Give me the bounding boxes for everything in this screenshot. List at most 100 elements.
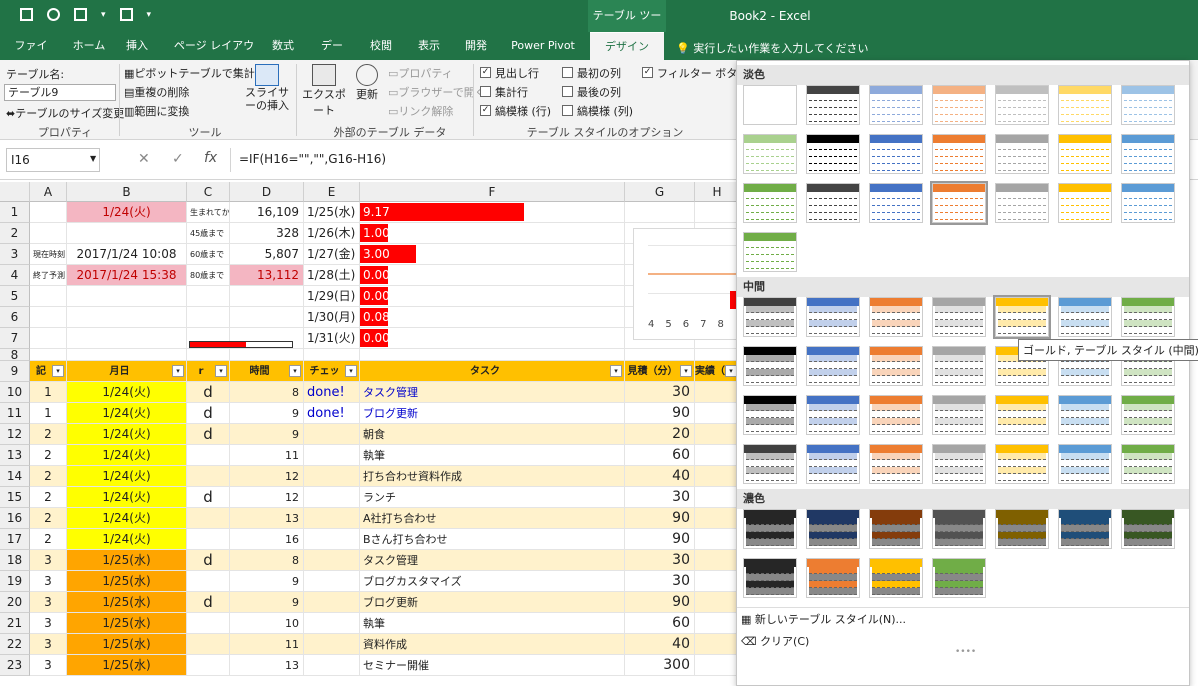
row-header[interactable]: 4 [0, 265, 30, 286]
table-style-dark-1[interactable] [743, 509, 797, 549]
cell-b8[interactable] [67, 349, 187, 361]
row-header[interactable]: 19 [0, 571, 30, 592]
cell-a17[interactable]: 2 [30, 529, 67, 550]
cell-b11[interactable]: 1/24(火) [67, 403, 187, 424]
cell-b3[interactable]: 2017/1/24 10:08 [67, 244, 187, 265]
cell-g18[interactable]: 30 [625, 550, 695, 571]
table-style-light-20[interactable] [1058, 183, 1112, 223]
cell-a12[interactable]: 2 [30, 424, 67, 445]
cell-f12[interactable]: 朝食 [360, 424, 625, 445]
tab-9[interactable]: Power Pivot [508, 32, 578, 60]
cell-c22[interactable] [187, 634, 230, 655]
undo-icon[interactable] [47, 8, 60, 21]
table-style-light-15[interactable] [743, 183, 797, 223]
cell-b17[interactable]: 1/24(火) [67, 529, 187, 550]
column-header-C[interactable]: C [187, 182, 230, 202]
cell-f16[interactable]: A社打ち合わせ [360, 508, 625, 529]
cell-b6[interactable] [67, 307, 187, 328]
cell-h12[interactable] [695, 424, 740, 445]
cell-c17[interactable] [187, 529, 230, 550]
row-header[interactable]: 23 [0, 655, 30, 676]
cell-c12[interactable]: d [187, 424, 230, 445]
table-style-medium-5[interactable] [993, 295, 1051, 339]
cell-d14[interactable]: 12 [230, 466, 304, 487]
cell-d19[interactable]: 9 [230, 571, 304, 592]
table-style-light-6[interactable] [1058, 85, 1112, 125]
cell-h10[interactable] [695, 382, 740, 403]
cell-c19[interactable] [187, 571, 230, 592]
cell-a20[interactable]: 3 [30, 592, 67, 613]
cell-d3[interactable]: 5,807 [230, 244, 304, 265]
table-style-medium-15[interactable] [743, 395, 797, 435]
cell-e8[interactable] [304, 349, 360, 361]
column-header-H[interactable]: H [695, 182, 740, 202]
resize-table-button[interactable]: ⬌テーブルのサイズ変更 [6, 105, 124, 121]
cell-b14[interactable]: 1/24(火) [67, 466, 187, 487]
cell-d20[interactable]: 9 [230, 592, 304, 613]
table-name-input[interactable]: テーブル9 [4, 84, 116, 101]
cell-e2[interactable]: 1/26(木) [304, 223, 360, 244]
table-style-light-18[interactable] [930, 181, 988, 225]
cell-d11[interactable]: 9 [230, 403, 304, 424]
cell-f10[interactable]: タスク管理 [360, 382, 625, 403]
cell-f5[interactable]: 0.00 [360, 286, 625, 307]
cell[interactable] [695, 349, 740, 361]
row-header[interactable]: 12 [0, 424, 30, 445]
table-style-light-7[interactable] [1121, 85, 1175, 125]
cell-c11[interactable]: d [187, 403, 230, 424]
tab-5[interactable]: データ [316, 32, 348, 80]
table-style-medium-7[interactable] [1121, 297, 1175, 337]
cell-e4[interactable]: 1/28(土) [304, 265, 360, 286]
row-header[interactable]: 9 [0, 361, 30, 382]
cell-b21[interactable]: 1/25(水) [67, 613, 187, 634]
cell-d12[interactable]: 9 [230, 424, 304, 445]
cell-d21[interactable]: 10 [230, 613, 304, 634]
cell-b1[interactable]: 1/24(火) [67, 202, 187, 223]
cell-g12[interactable]: 20 [625, 424, 695, 445]
cell-c8[interactable] [187, 349, 230, 361]
tab-0[interactable]: ファイル [14, 32, 48, 80]
cell-a19[interactable]: 3 [30, 571, 67, 592]
filter-dropdown-icon[interactable]: ▾ [289, 365, 301, 377]
cell-e10[interactable]: done! [304, 382, 360, 403]
row-header[interactable]: 16 [0, 508, 30, 529]
filter-dropdown-icon[interactable]: ▾ [345, 365, 357, 377]
row-header[interactable]: 22 [0, 634, 30, 655]
table-style-light-11[interactable] [932, 134, 986, 174]
cell-h17[interactable] [695, 529, 740, 550]
cell-d15[interactable]: 12 [230, 487, 304, 508]
cell-h23[interactable] [695, 655, 740, 676]
table-style-dark-10[interactable] [869, 558, 923, 598]
table-style-light-22[interactable] [743, 232, 797, 272]
cell-d17[interactable]: 16 [230, 529, 304, 550]
table-style-dark-8[interactable] [743, 558, 797, 598]
row-header[interactable]: 15 [0, 487, 30, 508]
table-style-light-13[interactable] [1058, 134, 1112, 174]
option-checkbox-1[interactable] [480, 86, 491, 97]
cell-c21[interactable] [187, 613, 230, 634]
table-style-dark-4[interactable] [932, 509, 986, 549]
cell-g10[interactable]: 30 [625, 382, 695, 403]
cell-c10[interactable]: d [187, 382, 230, 403]
export-button[interactable]: エクスポート [298, 64, 350, 124]
cell-e19[interactable] [304, 571, 360, 592]
row-header[interactable]: 7 [0, 328, 30, 349]
table-style-medium-27[interactable] [1058, 444, 1112, 484]
cell-g14[interactable]: 40 [625, 466, 695, 487]
cell-f3[interactable]: 3.00 [360, 244, 625, 265]
cell-e15[interactable] [304, 487, 360, 508]
table-style-medium-19[interactable] [995, 395, 1049, 435]
open-browser-button[interactable]: ▭ブラウザーで開く [388, 84, 486, 100]
row-header[interactable]: 14 [0, 466, 30, 487]
cell-a15[interactable]: 2 [30, 487, 67, 508]
tab-8[interactable]: 開発 [462, 32, 490, 60]
cell-a4[interactable]: 終了予測 [30, 265, 67, 286]
cell-a16[interactable]: 2 [30, 508, 67, 529]
cell-h14[interactable] [695, 466, 740, 487]
convert-range-button[interactable]: ▥範囲に変換 [124, 103, 189, 119]
cell-a11[interactable]: 1 [30, 403, 67, 424]
cell-d6[interactable] [230, 307, 304, 328]
option-checkbox-5[interactable] [562, 105, 573, 116]
tab-7[interactable]: 表示 [414, 32, 444, 60]
pivot-summary-button[interactable]: ▦ピボットテーブルで集計 [124, 65, 255, 81]
